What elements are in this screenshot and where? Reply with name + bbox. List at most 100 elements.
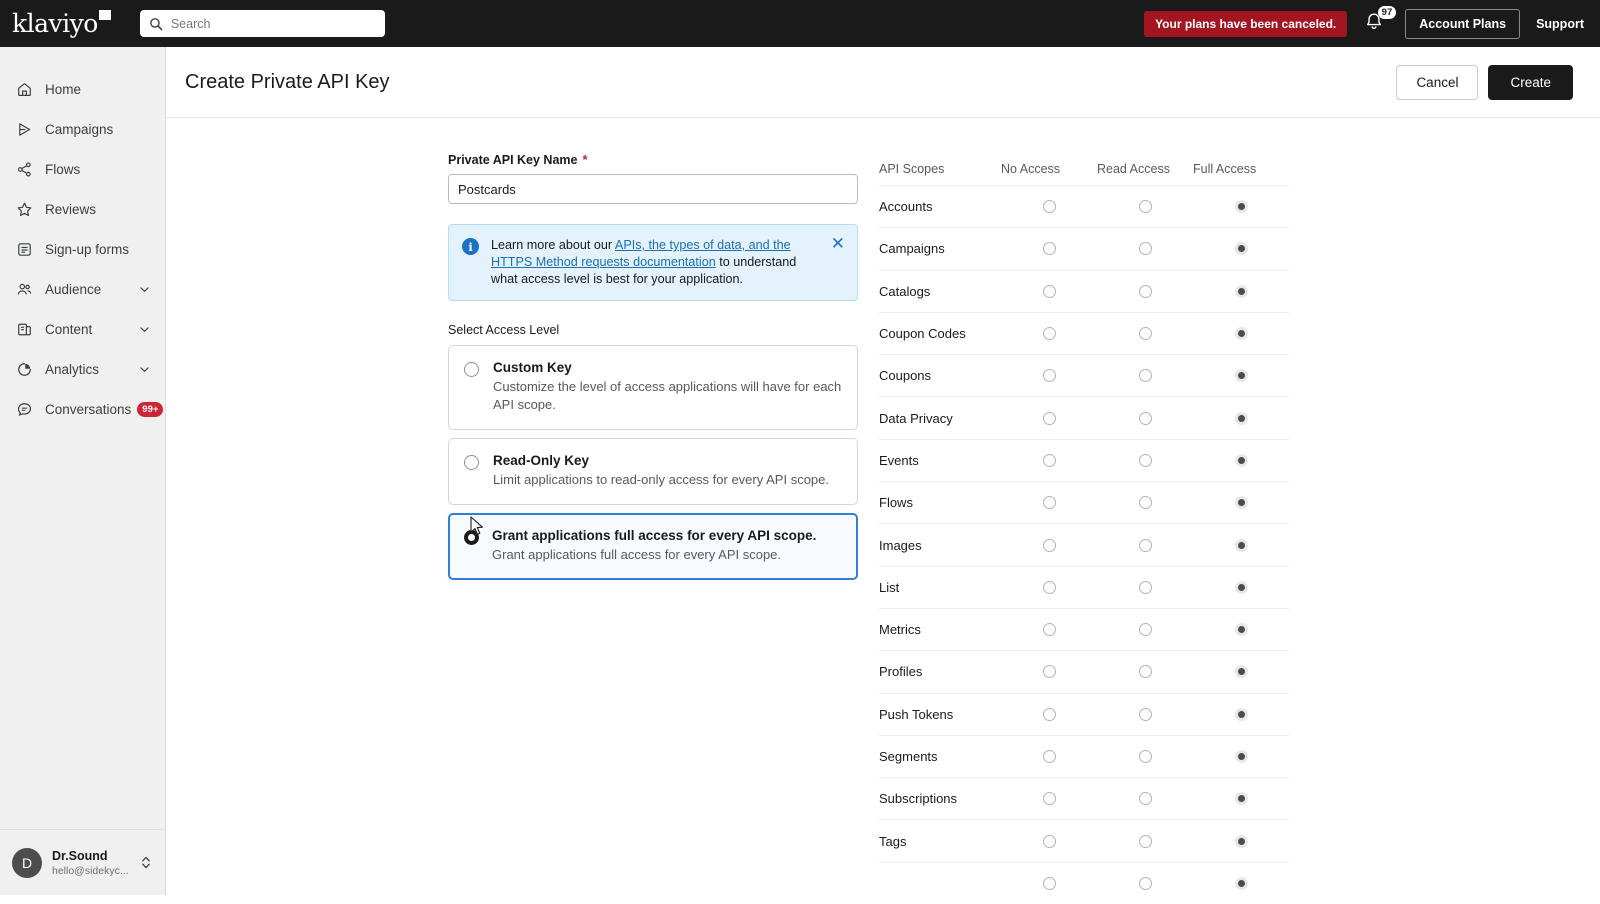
radio-full-access[interactable] bbox=[1234, 411, 1248, 425]
scope-access-cell[interactable] bbox=[1193, 580, 1289, 594]
radio-no-access[interactable] bbox=[1042, 453, 1056, 467]
chevron-down-icon[interactable] bbox=[138, 283, 151, 296]
scope-access-cell[interactable] bbox=[1097, 369, 1193, 383]
radio-read-access[interactable] bbox=[1138, 792, 1152, 806]
radio-full-access[interactable] bbox=[1234, 453, 1248, 467]
radio-no-access[interactable] bbox=[1042, 580, 1056, 594]
scope-access-cell[interactable] bbox=[1193, 623, 1289, 637]
scope-access-cell[interactable] bbox=[1193, 327, 1289, 341]
radio-read-access[interactable] bbox=[1138, 242, 1152, 256]
access-option-read-only-key[interactable]: Read-Only Key Limit applications to read… bbox=[448, 438, 858, 505]
radio-read-access[interactable] bbox=[1138, 623, 1152, 637]
scope-access-cell[interactable] bbox=[1001, 876, 1097, 890]
create-button[interactable]: Create bbox=[1488, 64, 1573, 100]
radio-read-access[interactable] bbox=[1138, 327, 1152, 341]
radio-no-access[interactable] bbox=[1042, 834, 1056, 848]
scope-access-cell[interactable] bbox=[1097, 453, 1193, 467]
sidebar-item-conversations[interactable]: Conversations 99+ bbox=[0, 389, 165, 429]
radio-read-access[interactable] bbox=[1138, 750, 1152, 763]
klaviyo-logo[interactable]: klaviyo bbox=[12, 9, 111, 38]
scope-access-cell[interactable] bbox=[1193, 707, 1289, 721]
radio-read-access[interactable] bbox=[1138, 707, 1152, 721]
scope-access-cell[interactable] bbox=[1001, 538, 1097, 552]
sidebar-item-content[interactable]: Content bbox=[0, 309, 165, 349]
scope-access-cell[interactable] bbox=[1001, 411, 1097, 425]
scope-access-cell[interactable] bbox=[1001, 200, 1097, 214]
scope-access-cell[interactable] bbox=[1097, 200, 1193, 214]
radio-full-access[interactable] bbox=[1234, 327, 1248, 341]
radio-no-access[interactable] bbox=[1042, 665, 1056, 679]
radio-read-access[interactable] bbox=[1138, 411, 1152, 425]
sidebar-item-home[interactable]: Home bbox=[0, 69, 165, 109]
scope-access-cell[interactable] bbox=[1193, 200, 1289, 214]
scope-access-cell[interactable] bbox=[1097, 876, 1193, 890]
scope-access-cell[interactable] bbox=[1097, 496, 1193, 510]
sidebar-item-audience[interactable]: Audience bbox=[0, 269, 165, 309]
radio-read-access[interactable] bbox=[1138, 200, 1152, 214]
sidebar-item-reviews[interactable]: Reviews bbox=[0, 189, 165, 229]
scope-access-cell[interactable] bbox=[1097, 242, 1193, 256]
radio-custom-key[interactable] bbox=[464, 362, 479, 377]
radio-read-access[interactable] bbox=[1138, 284, 1152, 298]
sidebar-item-signup-forms[interactable]: Sign-up forms bbox=[0, 229, 165, 269]
radio-read-access[interactable] bbox=[1138, 834, 1152, 848]
radio-full-access[interactable] bbox=[1234, 242, 1248, 256]
user-profile-switcher[interactable]: D Dr.Sound hello@sidekyc... bbox=[0, 829, 165, 895]
scope-access-cell[interactable] bbox=[1097, 580, 1193, 594]
search-input[interactable] bbox=[170, 16, 361, 31]
scope-access-cell[interactable] bbox=[1193, 453, 1289, 467]
chevron-up-down-icon[interactable] bbox=[139, 854, 153, 871]
radio-read-access[interactable] bbox=[1138, 369, 1152, 383]
radio-read-access[interactable] bbox=[1138, 496, 1152, 510]
scope-access-cell[interactable] bbox=[1097, 707, 1193, 721]
account-plans-button[interactable]: Account Plans bbox=[1405, 8, 1521, 39]
radio-no-access[interactable] bbox=[1042, 411, 1056, 425]
scope-access-cell[interactable] bbox=[1193, 665, 1289, 679]
scope-access-cell[interactable] bbox=[1097, 834, 1193, 848]
api-key-name-input[interactable] bbox=[448, 174, 858, 204]
notifications-button[interactable]: 97 bbox=[1363, 5, 1397, 37]
sidebar-item-flows[interactable]: Flows bbox=[0, 149, 165, 189]
chevron-down-icon[interactable] bbox=[138, 363, 151, 376]
scope-access-cell[interactable] bbox=[1001, 792, 1097, 806]
scope-access-cell[interactable] bbox=[1193, 834, 1289, 848]
radio-full-access[interactable] bbox=[1234, 580, 1248, 594]
radio-full-access[interactable] bbox=[1234, 750, 1248, 763]
radio-full-access[interactable] bbox=[1234, 200, 1248, 214]
radio-read-access[interactable] bbox=[1138, 876, 1152, 890]
scope-access-cell[interactable] bbox=[1097, 411, 1193, 425]
scope-access-cell[interactable] bbox=[1097, 623, 1193, 637]
plan-canceled-alert[interactable]: Your plans have been canceled. bbox=[1144, 10, 1348, 37]
radio-no-access[interactable] bbox=[1042, 327, 1056, 341]
scope-access-cell[interactable] bbox=[1193, 792, 1289, 806]
scope-access-cell[interactable] bbox=[1097, 284, 1193, 298]
scope-access-cell[interactable] bbox=[1001, 580, 1097, 594]
radio-full-access[interactable] bbox=[1234, 369, 1248, 383]
sidebar-item-analytics[interactable]: Analytics bbox=[0, 349, 165, 389]
radio-no-access[interactable] bbox=[1042, 242, 1056, 256]
scope-access-cell[interactable] bbox=[1001, 327, 1097, 341]
radio-no-access[interactable] bbox=[1042, 750, 1056, 763]
radio-full-access[interactable] bbox=[1234, 834, 1248, 848]
radio-read-access[interactable] bbox=[1138, 665, 1152, 679]
radio-full-access[interactable] bbox=[1234, 792, 1248, 806]
radio-read-access[interactable] bbox=[1138, 453, 1152, 467]
scope-access-cell[interactable] bbox=[1193, 496, 1289, 510]
radio-no-access[interactable] bbox=[1042, 284, 1056, 298]
scope-access-cell[interactable] bbox=[1193, 411, 1289, 425]
scope-access-cell[interactable] bbox=[1097, 792, 1193, 806]
scope-access-cell[interactable] bbox=[1001, 707, 1097, 721]
scope-access-cell[interactable] bbox=[1193, 876, 1289, 890]
support-link[interactable]: Support bbox=[1536, 17, 1584, 31]
cancel-button[interactable]: Cancel bbox=[1396, 64, 1479, 100]
chevron-down-icon[interactable] bbox=[138, 323, 151, 336]
radio-read-access[interactable] bbox=[1138, 580, 1152, 594]
scope-access-cell[interactable] bbox=[1001, 834, 1097, 848]
scope-access-cell[interactable] bbox=[1001, 369, 1097, 383]
radio-full-access[interactable] bbox=[1234, 623, 1248, 637]
scope-access-cell[interactable] bbox=[1001, 242, 1097, 256]
scope-access-cell[interactable] bbox=[1001, 623, 1097, 637]
access-option-full-access-key[interactable]: Grant applications full access for every… bbox=[448, 513, 858, 580]
radio-read-access[interactable] bbox=[1138, 538, 1152, 552]
sidebar-item-campaigns[interactable]: Campaigns bbox=[0, 109, 165, 149]
